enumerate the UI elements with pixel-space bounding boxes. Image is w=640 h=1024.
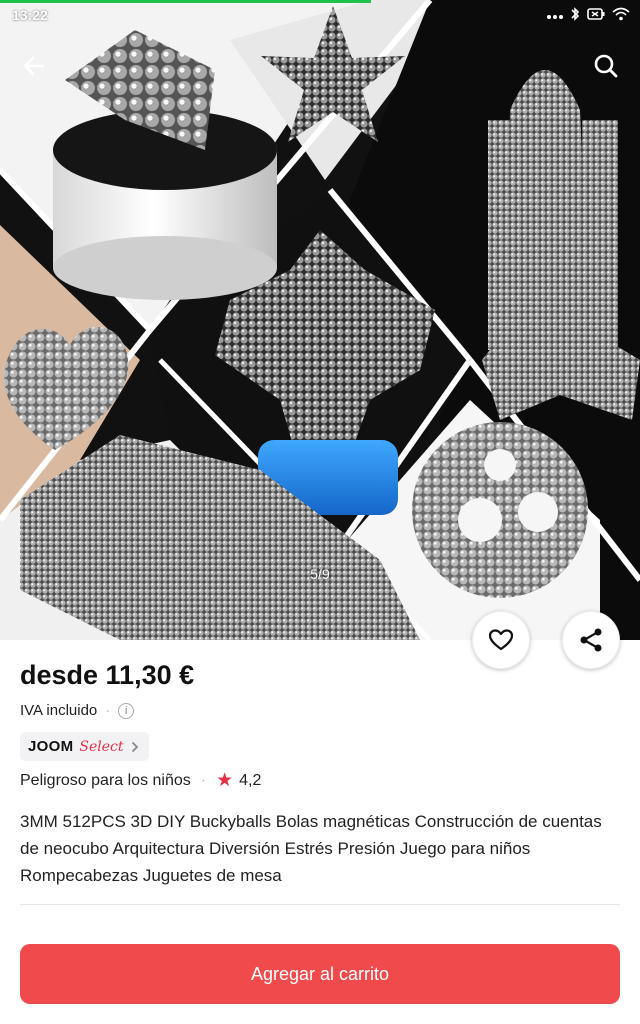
add-to-cart-button[interactable]: Agregar al carrito bbox=[20, 944, 620, 1004]
vat-row: IVA incluido · i bbox=[20, 702, 135, 719]
separator-dot: · bbox=[200, 771, 207, 789]
divider bbox=[20, 904, 620, 905]
badge-brand: JOOM bbox=[28, 738, 74, 755]
status-icons bbox=[547, 6, 630, 25]
search-icon bbox=[594, 54, 618, 78]
status-bar: 13:22 bbox=[0, 0, 640, 32]
status-time: 13:22 bbox=[12, 7, 48, 23]
separator-dot: · bbox=[105, 702, 111, 719]
joom-select-badge[interactable]: JOOM Select bbox=[20, 732, 150, 761]
product-title: 3MM 512PCS 3D DIY Buckyballs Bolas magné… bbox=[20, 812, 602, 885]
favorite-button[interactable] bbox=[472, 611, 530, 669]
back-button[interactable] bbox=[12, 44, 56, 88]
arrow-left-icon bbox=[23, 56, 45, 76]
wifi-icon bbox=[612, 7, 630, 24]
product-image-gallery[interactable]: 13:22 5/9 bbox=[0, 0, 640, 640]
warning-label: Peligroso para los niños bbox=[20, 771, 191, 789]
info-icon[interactable]: i bbox=[118, 702, 135, 719]
share-button[interactable] bbox=[562, 611, 620, 669]
search-button[interactable] bbox=[584, 44, 628, 88]
more-dots-icon bbox=[547, 8, 563, 23]
badge-tier: Select bbox=[79, 738, 124, 755]
bluetooth-icon bbox=[570, 6, 580, 25]
battery-icon bbox=[587, 7, 605, 24]
heart-icon bbox=[488, 629, 514, 651]
rating-value[interactable]: 4,2 bbox=[239, 772, 261, 790]
product-price: desde 11,30 € bbox=[20, 660, 195, 690]
star-icon: ★ bbox=[216, 770, 234, 791]
image-counter: 5/9 bbox=[310, 566, 330, 582]
chevron-right-icon bbox=[132, 741, 139, 752]
vat-label: IVA incluido bbox=[20, 702, 98, 719]
product-meta-row: Peligroso para los niños · ★ 4,2 bbox=[20, 771, 261, 790]
share-icon bbox=[580, 628, 602, 652]
gallery-image bbox=[0, 0, 640, 640]
